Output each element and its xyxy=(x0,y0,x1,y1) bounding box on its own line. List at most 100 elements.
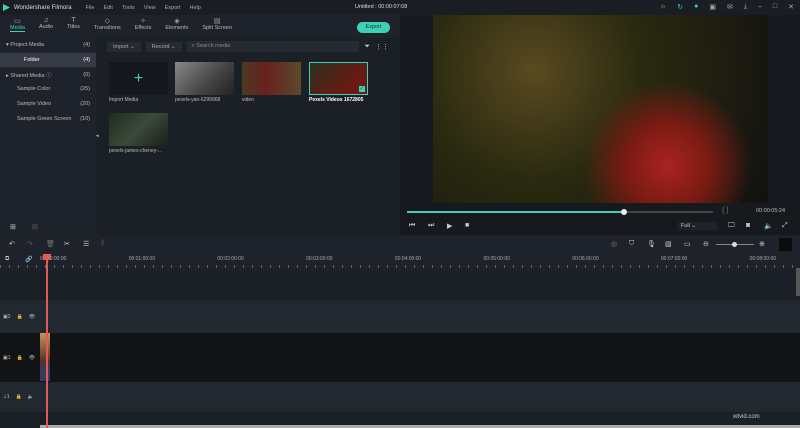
undo-icon[interactable]: ↶ xyxy=(9,240,15,248)
timeline-ruler[interactable]: ⧉ 🔗 00:00:00:00 00:01:00:00 00:02:00:00 00:… xyxy=(0,254,800,268)
video-track-icon: ▣1 xyxy=(3,354,11,361)
lock-icon[interactable]: 🔒 xyxy=(17,355,23,361)
record-dropdown[interactable]: Record ⌄ xyxy=(145,41,182,52)
info-icon[interactable]: ⓘ xyxy=(46,73,52,79)
render-icon[interactable]: ◎ xyxy=(611,240,617,248)
fullscreen-icon[interactable]: ⤢ xyxy=(782,222,788,230)
lock-icon[interactable]: 🔒 xyxy=(16,394,22,400)
timeline-empty-area xyxy=(0,268,800,300)
previous-frame-icon[interactable]: ⏮ xyxy=(409,222,415,230)
filter-icon[interactable]: ⏷ xyxy=(364,43,370,51)
marker-icon[interactable]: ⛉ xyxy=(629,240,634,248)
media-thumb[interactable] xyxy=(175,62,234,95)
media-thumb[interactable] xyxy=(109,113,168,146)
eye-icon[interactable]: 👁 xyxy=(29,355,35,361)
media-label: pexels-yan-6299968 xyxy=(175,97,221,103)
save-icon[interactable]: ▣ xyxy=(709,3,716,11)
vertical-scrollbar[interactable] xyxy=(796,268,800,296)
adjust-icon[interactable]: ☰ xyxy=(83,240,89,248)
audio-split-icon[interactable]: ⫼ xyxy=(101,240,104,248)
video-clip[interactable] xyxy=(40,333,50,381)
sync-icon[interactable]: ↻ xyxy=(677,3,683,11)
menu-help[interactable]: Help xyxy=(190,5,201,11)
sidebar-item-sample-green-screen[interactable]: Sample Green Screen (10) xyxy=(0,111,96,126)
new-folder-icon[interactable]: ⊞ xyxy=(10,223,16,231)
tab-effects[interactable]: ✧ Effects xyxy=(131,15,156,38)
tab-audio[interactable]: ♫ Audio xyxy=(35,15,57,38)
delete-folder-icon[interactable]: ⊟ xyxy=(32,223,38,231)
display-icon[interactable]: 🖵 xyxy=(728,222,735,230)
quality-dropdown[interactable]: Full ⌄ xyxy=(678,222,718,230)
delete-icon[interactable]: 🗑 xyxy=(46,240,55,248)
maximize-icon[interactable]: □ xyxy=(773,3,777,11)
menu-edit[interactable]: Edit xyxy=(103,5,112,11)
play-icon[interactable]: ▶ xyxy=(447,222,452,230)
microphone-icon[interactable]: 🎙 xyxy=(647,240,656,248)
checkmark-icon: ✓ xyxy=(358,86,365,92)
import-media-button[interactable]: + xyxy=(109,62,168,95)
music-track-icon: ♫1 xyxy=(3,394,10,400)
media-library: Import ⌄ Record ⌄ ⌕ Search media ⏷ ⋮⋮ + … xyxy=(101,38,395,235)
export-button[interactable]: Export xyxy=(357,22,390,33)
audio-track-1[interactable]: ♫1 🔒 🔈 xyxy=(0,382,800,412)
tab-elements[interactable]: ◈ Elements xyxy=(161,15,192,38)
elements-icon: ◈ xyxy=(174,18,180,25)
mixer-icon[interactable]: ▧ xyxy=(665,240,672,248)
import-dropdown[interactable]: Import ⌄ xyxy=(107,41,141,52)
media-thumb-selected[interactable]: ✓ xyxy=(309,62,368,95)
ruler-tick-label: 00:01:00:00 xyxy=(128,256,156,262)
lightbulb-icon[interactable]: ☼ xyxy=(660,3,666,11)
next-frame-icon[interactable]: ⏭ xyxy=(428,222,434,230)
ruler-tick-label: 00:05:00:00 xyxy=(483,256,510,262)
volume-icon[interactable]: 🔈 xyxy=(764,222,773,230)
menu-file[interactable]: File xyxy=(86,5,95,11)
sidebar-item-project-media[interactable]: ▾ Project Media (4) xyxy=(0,38,96,53)
ruler-tick-label: 00:02:00:00 xyxy=(217,256,244,262)
media-label: Pexels Videos 1672805 xyxy=(309,97,364,103)
zoom-in-icon[interactable]: ⊕ xyxy=(759,240,765,248)
preview-timecode: 00:00:05:24 xyxy=(756,208,786,214)
search-input[interactable]: ⌕ Search media xyxy=(186,41,360,52)
text-icon: T xyxy=(71,17,76,24)
tab-transitions[interactable]: ◇ Transitions xyxy=(90,15,125,38)
stop-icon[interactable]: ■ xyxy=(465,222,469,229)
add-track-icon[interactable]: ⧉ xyxy=(5,256,9,263)
menu-view[interactable]: View xyxy=(144,5,156,11)
lock-icon[interactable]: 🔒 xyxy=(17,314,23,320)
preview-scrubber[interactable] xyxy=(407,209,713,215)
video-track-icon: ▣2 xyxy=(3,313,11,320)
grid-view-icon[interactable]: ⋮⋮ xyxy=(375,43,389,51)
link-icon[interactable]: 🔗 xyxy=(25,256,32,263)
account-icon[interactable]: ● xyxy=(694,3,698,11)
ruler-tick-label: 00:06:00:00 xyxy=(572,256,599,262)
cut-icon[interactable]: ✂ xyxy=(64,240,70,248)
close-icon[interactable]: ✕ xyxy=(788,3,794,11)
app-name: Wondershare Filmora xyxy=(14,4,72,11)
sidebar-item-folder[interactable]: Folder (4) xyxy=(0,52,96,68)
eye-icon[interactable]: 👁 xyxy=(29,314,35,320)
media-thumb[interactable] xyxy=(242,62,301,95)
speaker-icon[interactable]: 🔈 xyxy=(28,394,34,400)
playhead[interactable] xyxy=(43,254,51,428)
tab-split-screen[interactable]: ▤ Split Screen xyxy=(198,15,236,38)
folder-icon: ▭ xyxy=(14,18,21,25)
tab-media[interactable]: ▭ Media xyxy=(6,15,29,38)
subtitle-icon[interactable]: ▭ xyxy=(684,240,691,248)
video-track-1[interactable]: ▣1 🔒 👁 xyxy=(0,333,800,382)
zoom-out-icon[interactable]: ⊖ xyxy=(703,240,709,248)
zoom-slider[interactable] xyxy=(716,242,754,247)
sidebar-item-sample-video[interactable]: Sample Video (20) xyxy=(0,97,96,112)
mark-in-out-icon[interactable]: { } xyxy=(722,207,729,214)
video-track-2[interactable]: ▣2 🔒 👁 xyxy=(0,300,800,333)
menu-tools[interactable]: Tools xyxy=(122,5,135,11)
collapse-panel-icon[interactable]: ◂ xyxy=(96,133,99,139)
sidebar-item-shared-media[interactable]: ▸ Shared Media ⓘ (0) xyxy=(0,67,96,82)
minimize-icon[interactable]: – xyxy=(758,3,762,11)
redo-icon[interactable]: ↷ xyxy=(27,240,33,248)
sidebar-item-sample-color[interactable]: Sample Color (25) xyxy=(0,82,96,97)
mail-icon[interactable]: ✉ xyxy=(727,3,733,11)
menu-export[interactable]: Export xyxy=(165,5,181,11)
download-icon[interactable]: ⤓ xyxy=(744,3,747,11)
tab-titles[interactable]: T Titles xyxy=(63,15,84,38)
snapshot-icon[interactable]: ◙ xyxy=(746,222,750,229)
